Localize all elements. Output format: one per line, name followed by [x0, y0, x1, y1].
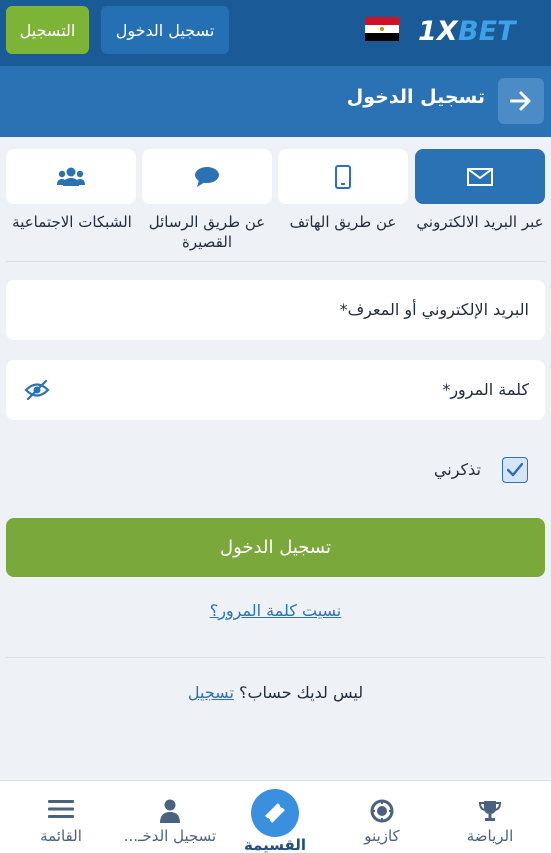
casino-chip-icon	[370, 799, 394, 823]
nav-sports-label: الرياضة	[466, 827, 514, 845]
password-field[interactable]: كلمة المرور*	[6, 360, 545, 420]
login-submit-button[interactable]: تسجيل الدخول	[6, 518, 545, 577]
svg-text:BET: BET	[458, 16, 518, 46]
nav-sports[interactable]: الرياضة	[435, 781, 545, 853]
users-icon	[57, 167, 85, 186]
header-register-button[interactable]: التسجيل	[6, 6, 89, 54]
checkmark-icon	[507, 463, 523, 477]
page-title: تسجيل الدخول	[346, 86, 485, 108]
tab-sms-label: عن طريق الرسائل القصيرة	[148, 213, 266, 251]
no-account-label: ليس لديك حساب؟	[239, 683, 364, 702]
nav-login-label: تسجيل الدخـ...	[123, 827, 217, 845]
tab-sms[interactable]	[142, 149, 272, 204]
tab-phone[interactable]	[278, 149, 408, 204]
divider	[6, 657, 545, 658]
nav-casino-label: كازينو	[364, 827, 400, 845]
trophy-icon	[478, 801, 502, 821]
envelope-icon	[467, 167, 493, 186]
tab-social-label: الشبكات الاجتماعية	[12, 213, 132, 231]
nav-menu[interactable]: القائمة	[6, 781, 116, 853]
nav-casino[interactable]: كازينو	[327, 781, 437, 853]
register-link[interactable]: تسجيل	[188, 683, 234, 702]
nav-coupon-button[interactable]	[251, 789, 299, 837]
ticket-icon	[265, 803, 285, 823]
user-icon	[160, 799, 180, 823]
email-placeholder: البريد الإلكتروني أو المعرف*	[339, 300, 529, 319]
brand-logo[interactable]: 1X BET	[418, 14, 536, 46]
no-account-text: ليس لديك حساب؟ تسجيل	[0, 683, 551, 702]
chat-icon	[195, 166, 219, 187]
phone-icon	[335, 164, 351, 189]
nav-menu-label: القائمة	[40, 827, 82, 845]
header-login-button[interactable]: تسجيل الدخول	[101, 6, 229, 54]
menu-icon	[48, 800, 74, 818]
tab-email[interactable]	[415, 149, 545, 204]
egypt-flag-icon[interactable]	[365, 17, 399, 41]
nav-login[interactable]: تسجيل الدخـ...	[115, 781, 225, 853]
email-field[interactable]: البريد الإلكتروني أو المعرف*	[6, 280, 545, 340]
tab-email-label: عبر البريد الالكتروني	[416, 213, 544, 231]
divider	[6, 261, 545, 262]
forgot-password-link[interactable]: نسيت كلمة المرور؟	[0, 601, 551, 620]
password-placeholder: كلمة المرور*	[442, 380, 529, 399]
eye-slash-icon[interactable]	[24, 378, 50, 402]
tab-phone-label: عن طريق الهاتف	[289, 213, 397, 231]
remember-checkbox[interactable]	[502, 457, 528, 483]
nav-coupon-label[interactable]: القسيمة	[220, 836, 330, 853]
tab-social[interactable]	[6, 149, 136, 204]
remember-label[interactable]: تذكرني	[434, 460, 481, 479]
arrow-right-icon	[510, 91, 531, 111]
svg-text:1X: 1X	[418, 16, 459, 46]
back-button[interactable]	[498, 78, 544, 124]
